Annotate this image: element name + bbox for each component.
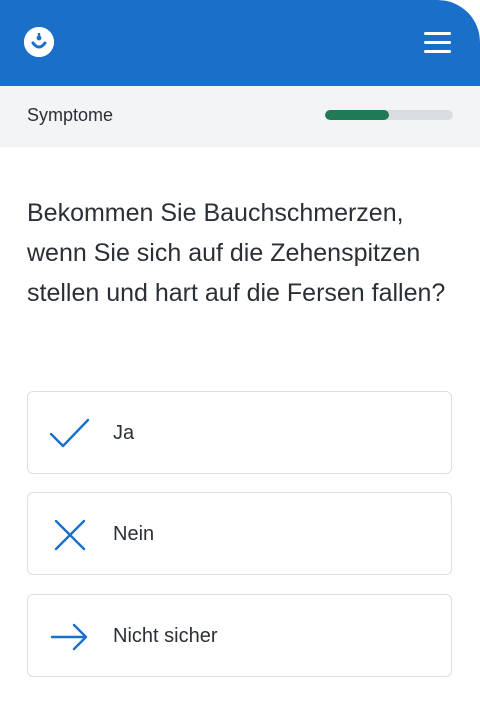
hamburger-menu-icon[interactable] xyxy=(420,28,454,58)
answer-option-not-sure[interactable]: Nicht sicher xyxy=(27,594,452,677)
top-app-bar xyxy=(0,0,480,86)
answer-label: Nicht sicher xyxy=(113,625,218,647)
answer-option-no[interactable]: Nein xyxy=(27,492,452,575)
arrow-right-icon xyxy=(48,617,90,657)
answer-label: Ja xyxy=(113,422,135,444)
baby-face-icon[interactable] xyxy=(24,27,54,57)
menu-line xyxy=(424,41,451,44)
checkmark-icon xyxy=(48,414,90,454)
menu-line xyxy=(424,32,451,35)
menu-line xyxy=(424,50,451,53)
progress-bar xyxy=(325,110,453,120)
answer-option-yes[interactable]: Ja xyxy=(27,391,452,474)
app-frame: Symptome Bekommen Sie Bauchschmerzen, we… xyxy=(0,0,480,718)
section-label: Symptome xyxy=(27,105,114,125)
progress-fill xyxy=(325,110,389,120)
question-text: Bekommen Sie Bauchschmerzen, wenn Sie si… xyxy=(27,199,446,307)
section-header: Symptome xyxy=(0,86,480,147)
x-icon xyxy=(48,515,90,555)
answer-label: Nein xyxy=(113,523,155,545)
